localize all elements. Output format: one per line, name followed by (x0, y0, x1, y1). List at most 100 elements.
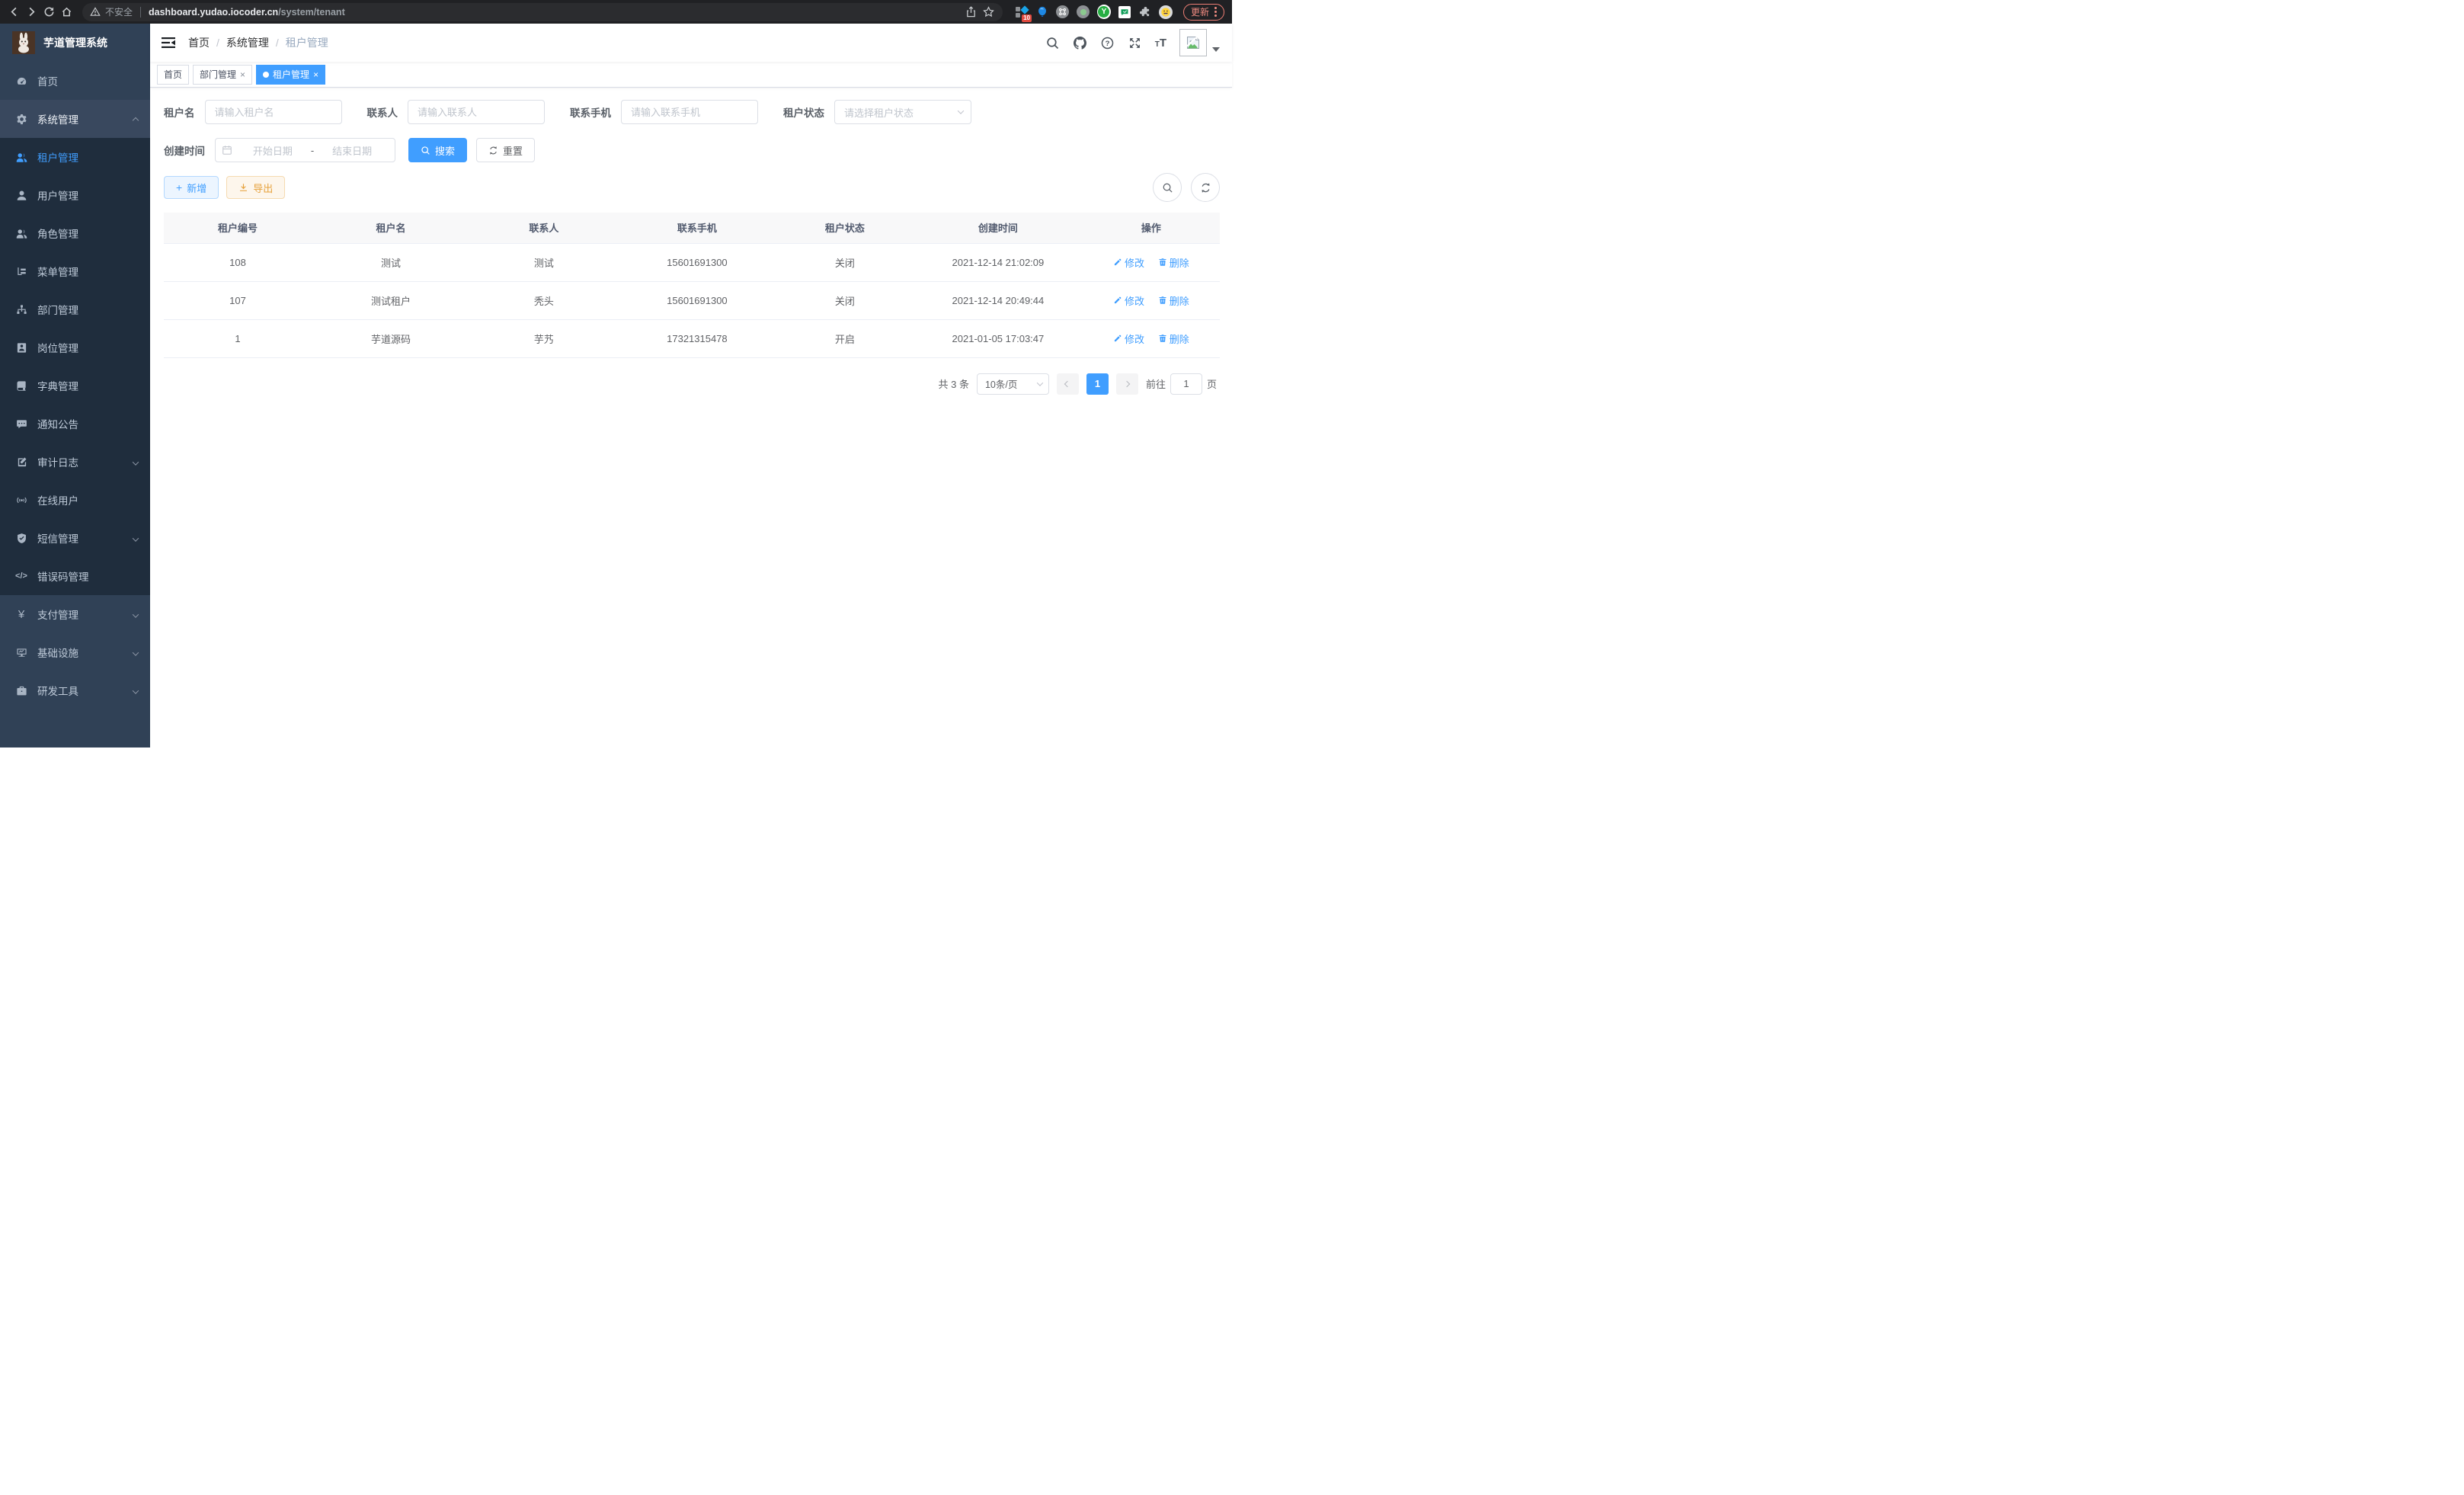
next-page-button[interactable] (1116, 373, 1138, 395)
chat-extension-icon[interactable] (1118, 5, 1131, 19)
grid-extension-icon[interactable]: 10 (1015, 5, 1029, 19)
font-size-icon[interactable]: TT (1155, 37, 1166, 50)
command-extension-icon[interactable] (1056, 5, 1070, 19)
goto-page-input[interactable] (1170, 373, 1202, 395)
tag-tenant[interactable]: 租户管理 × (256, 65, 325, 85)
col-status: 租户状态 (776, 213, 914, 243)
page-unit-label: 页 (1207, 376, 1217, 391)
browser-update-button[interactable]: 更新 (1183, 4, 1224, 21)
share-icon[interactable] (965, 5, 978, 18)
url-path: /system/tenant (278, 7, 345, 18)
breadcrumb-separator: / (276, 37, 279, 49)
col-tenant-id: 租户编号 (164, 213, 312, 243)
sidebar-item-role[interactable]: 角色管理 (0, 214, 150, 252)
record-extension-icon[interactable] (1077, 5, 1090, 19)
home-icon[interactable] (60, 5, 73, 18)
user-icon (15, 189, 27, 201)
sidebar-item-label: 通知公告 (37, 416, 78, 431)
profile-avatar-icon[interactable] (1159, 5, 1173, 19)
range-separator: - (309, 145, 315, 156)
search-button[interactable]: 搜索 (408, 138, 467, 162)
sidebar-item-online-user[interactable]: 在线用户 (0, 481, 150, 519)
tag-home[interactable]: 首页 (157, 65, 189, 85)
current-page-button[interactable]: 1 (1086, 373, 1109, 395)
sidebar-item-notice[interactable]: 通知公告 (0, 405, 150, 443)
refresh-button[interactable] (1191, 173, 1220, 202)
address-bar[interactable]: 不安全 dashboard.yudao.iocoder.cn/system/te… (82, 3, 1003, 21)
cell-contact: 芋艿 (470, 319, 618, 357)
help-icon[interactable]: ? (1100, 36, 1115, 50)
sidebar-item-label: 用户管理 (37, 187, 78, 203)
cell-mobile: 15601691300 (618, 281, 776, 319)
tenant-name-input[interactable] (205, 100, 342, 124)
sidebar-item-label: 字典管理 (37, 378, 78, 393)
edit-link[interactable]: 修改 (1113, 293, 1144, 308)
cell-contact: 测试 (470, 243, 618, 281)
cell-tenant-id: 1 (164, 319, 312, 357)
tenant-status-label: 租户状态 (783, 104, 824, 120)
delete-link[interactable]: 删除 (1158, 255, 1189, 270)
tag-dept[interactable]: 部门管理 × (193, 65, 252, 85)
sidebar-item-audit-log[interactable]: 审计日志 (0, 443, 150, 481)
sidebar-item-dict[interactable]: 字典管理 (0, 367, 150, 405)
sidebar-item-home[interactable]: 首页 (0, 62, 150, 100)
close-icon[interactable]: × (240, 70, 245, 79)
app-logo[interactable]: 芋道管理系统 (0, 24, 150, 62)
sidebar-item-dept[interactable]: 部门管理 (0, 290, 150, 328)
breadcrumb-home[interactable]: 首页 (188, 35, 210, 50)
cell-status: 关闭 (776, 243, 914, 281)
omnibox-divider (140, 7, 141, 18)
export-button[interactable]: 导出 (226, 176, 285, 199)
sidebar-item-menu[interactable]: 菜单管理 (0, 252, 150, 290)
audit-log-icon (15, 456, 27, 468)
sidebar-item-sms[interactable]: 短信管理 (0, 519, 150, 557)
sidebar-group-system[interactable]: 系统管理 (0, 100, 150, 138)
create-time-range-picker[interactable]: 开始日期 - 结束日期 (215, 138, 395, 162)
chevron-down-icon (133, 647, 138, 658)
github-icon[interactable] (1073, 36, 1087, 50)
sidebar-item-post[interactable]: 岗位管理 (0, 328, 150, 367)
bookmark-star-icon[interactable] (982, 5, 995, 18)
page-size-select[interactable]: 10条/页 (977, 373, 1049, 395)
delete-link[interactable]: 删除 (1158, 293, 1189, 308)
prev-page-button[interactable] (1057, 373, 1079, 395)
sidebar-item-user[interactable]: 用户管理 (0, 176, 150, 214)
sidebar-group-devtool[interactable]: 研发工具 (0, 671, 150, 709)
cell-created: 2021-12-14 20:49:44 (914, 281, 1083, 319)
y-extension-icon[interactable]: Y (1097, 5, 1111, 19)
close-icon[interactable]: × (313, 70, 318, 79)
edit-link[interactable]: 修改 (1113, 255, 1144, 270)
delete-link[interactable]: 删除 (1158, 331, 1189, 346)
sidebar-item-label: 租户管理 (37, 149, 78, 165)
post-badge-icon (15, 341, 27, 354)
security-label: 不安全 (105, 5, 133, 18)
toggle-search-button[interactable] (1153, 173, 1182, 202)
puzzle-extensions-icon[interactable] (1138, 5, 1152, 19)
sidebar-item-error-code[interactable]: </> 错误码管理 (0, 557, 150, 595)
table-header-row: 租户编号 租户名 联系人 联系手机 租户状态 创建时间 操作 (164, 213, 1220, 243)
online-signal-icon (15, 494, 27, 506)
cell-actions: 修改 删除 (1083, 319, 1220, 357)
edit-link[interactable]: 修改 (1113, 331, 1144, 346)
fullscreen-icon[interactable] (1128, 36, 1142, 50)
breadcrumb-system[interactable]: 系统管理 (226, 35, 269, 50)
back-icon[interactable] (8, 5, 21, 18)
sidebar-collapse-icon[interactable] (161, 35, 176, 50)
user-avatar-menu[interactable] (1179, 29, 1220, 56)
sidebar-item-label: 部门管理 (37, 302, 78, 317)
balloon-extension-icon[interactable] (1035, 5, 1049, 19)
tenant-status-select[interactable]: 请选择租户状态 (834, 100, 971, 124)
sidebar-group-infra[interactable]: 基础设施 (0, 633, 150, 671)
forward-icon[interactable] (25, 5, 38, 18)
tag-label: 部门管理 (200, 68, 236, 81)
contact-input[interactable] (408, 100, 545, 124)
reset-button[interactable]: 重置 (476, 138, 535, 162)
chevron-down-icon (133, 456, 138, 468)
sidebar-item-tenant[interactable]: 租户管理 (0, 138, 150, 176)
sidebar-group-pay[interactable]: ¥ 支付管理 (0, 595, 150, 633)
add-button[interactable]: + 新增 (164, 176, 219, 199)
breadcrumb-separator: / (216, 37, 219, 49)
mobile-input[interactable] (621, 100, 758, 124)
reload-icon[interactable] (43, 5, 56, 18)
header-search-icon[interactable] (1045, 36, 1060, 50)
